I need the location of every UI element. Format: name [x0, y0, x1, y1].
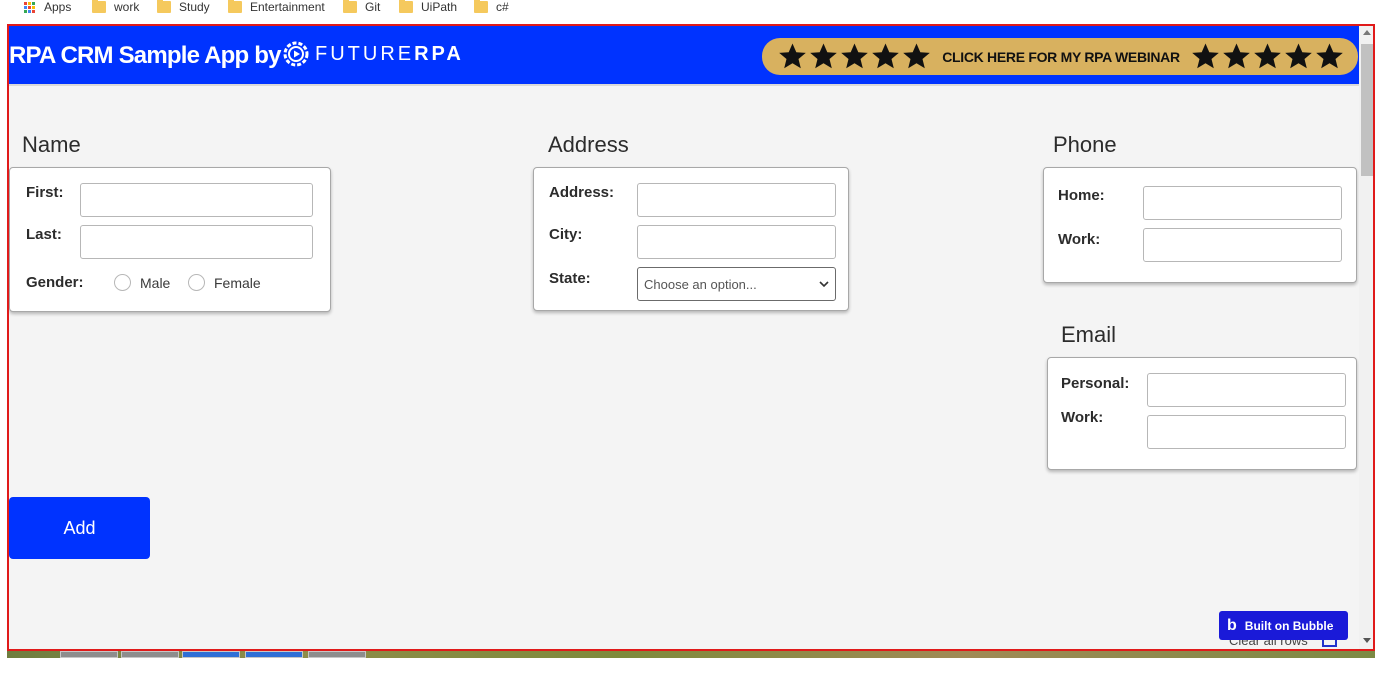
- state-select-value: Choose an option...: [644, 276, 757, 292]
- home-phone-label: Home:: [1058, 187, 1105, 204]
- play-gear-icon: [283, 41, 309, 67]
- stars-right: [1191, 42, 1344, 71]
- star-icon: [810, 43, 837, 69]
- star-icon: [1285, 43, 1312, 69]
- bookmarks-bar: Apps work Study Entertainment Git UiPath…: [0, 0, 1382, 16]
- bookmark-uipath[interactable]: UiPath: [399, 0, 457, 14]
- stars-left: [778, 42, 931, 71]
- email-card: Personal: Work:: [1047, 357, 1357, 470]
- star-icon: [1316, 43, 1343, 69]
- gender-female-label: Female: [214, 275, 261, 291]
- bookmark-label: Entertainment: [250, 0, 325, 14]
- phone-card: Home: Work:: [1043, 167, 1357, 283]
- address-label: Address:: [549, 184, 615, 201]
- bookmark-label: work: [114, 0, 140, 14]
- app-title: RPA CRM Sample App by: [9, 42, 281, 69]
- folder-icon: [228, 0, 242, 13]
- bookmark-entertainment[interactable]: Entertainment: [228, 0, 325, 14]
- state-label: State:: [549, 270, 591, 287]
- add-button[interactable]: Add: [9, 497, 150, 559]
- star-icon: [1254, 43, 1281, 69]
- city-label: City:: [549, 226, 583, 243]
- work-phone-label: Work:: [1058, 231, 1101, 248]
- bookmark-label: UiPath: [421, 0, 458, 14]
- gender-label: Gender:: [26, 274, 84, 291]
- taskbar-button[interactable]: [308, 651, 366, 658]
- vertical-scrollbar[interactable]: [1359, 26, 1373, 649]
- futurerpa-logo: FUTURERPA: [283, 41, 464, 67]
- last-label: Last:: [26, 226, 62, 243]
- star-icon: [1223, 43, 1250, 69]
- bookmark-work[interactable]: work: [92, 0, 139, 14]
- star-icon: [1192, 43, 1219, 69]
- home-phone-input[interactable]: [1143, 186, 1342, 220]
- folder-icon: [474, 0, 488, 13]
- bubble-badge-label: Built on Bubble: [1244, 618, 1334, 633]
- taskbar-button[interactable]: [182, 651, 240, 658]
- work-phone-input[interactable]: [1143, 228, 1342, 262]
- last-name-input[interactable]: [80, 225, 313, 259]
- star-icon: [903, 43, 930, 69]
- address-card: Address: City: State: Choose an option..…: [533, 167, 849, 311]
- folder-icon: [399, 0, 413, 13]
- gender-male-label: Male: [140, 275, 171, 291]
- taskbar-button[interactable]: [121, 651, 179, 658]
- bubble-logo-icon: b: [1227, 616, 1237, 634]
- folder-icon: [343, 0, 357, 13]
- scroll-down-arrow-icon[interactable]: [1363, 638, 1371, 643]
- phone-heading: Phone: [1053, 132, 1117, 157]
- taskbar-button[interactable]: [60, 651, 118, 658]
- bookmark-label: Apps: [44, 0, 72, 14]
- gender-female-radio[interactable]: [188, 274, 205, 291]
- webinar-label: CLICK HERE FOR MY RPA WEBINAR: [942, 48, 1180, 65]
- address-input[interactable]: [637, 183, 836, 217]
- email-heading: Email: [1061, 322, 1117, 347]
- star-icon: [841, 43, 868, 69]
- folder-icon: [157, 0, 171, 13]
- first-label: First:: [26, 184, 64, 201]
- scrollbar-thumb[interactable]: [1361, 44, 1373, 176]
- folder-icon: [92, 0, 106, 13]
- logo-wordmark: FUTURERPA: [315, 43, 464, 66]
- name-heading: Name: [22, 132, 81, 157]
- bookmark-apps[interactable]: Apps: [24, 0, 71, 14]
- logo-text-bold: RPA: [414, 42, 464, 65]
- app-header: RPA CRM Sample App by FUTURERPA CLICK HE…: [9, 26, 1359, 86]
- gender-male-radio[interactable]: [114, 274, 131, 291]
- personal-email-label: Personal:: [1061, 375, 1130, 392]
- city-input[interactable]: [637, 225, 836, 259]
- name-card: First: Last: Gender: Male Female: [9, 167, 331, 312]
- apps-grid-icon: [24, 1, 36, 13]
- address-heading: Address: [548, 132, 629, 157]
- bookmark-label: Study: [179, 0, 210, 14]
- built-on-bubble-badge[interactable]: b Built on Bubble: [1219, 611, 1348, 640]
- logo-text-light: FUTURE: [315, 42, 415, 65]
- work-email-label: Work:: [1061, 409, 1104, 426]
- scroll-up-arrow-icon[interactable]: [1363, 30, 1371, 35]
- first-name-input[interactable]: [80, 183, 313, 217]
- star-icon: [779, 43, 806, 69]
- bookmark-label: Git: [365, 0, 381, 14]
- webinar-banner-button[interactable]: CLICK HERE FOR MY RPA WEBINAR: [762, 38, 1358, 75]
- personal-email-input[interactable]: [1147, 373, 1346, 407]
- taskbar-button[interactable]: [245, 651, 303, 658]
- bookmark-csharp[interactable]: c#: [474, 0, 509, 14]
- app-frame: RPA CRM Sample App by FUTURERPA CLICK HE…: [7, 24, 1375, 651]
- star-icon: [872, 43, 899, 69]
- bookmark-label: c#: [496, 0, 509, 14]
- bookmark-study[interactable]: Study: [157, 0, 210, 14]
- work-email-input[interactable]: [1147, 415, 1346, 449]
- state-select[interactable]: Choose an option...: [637, 267, 836, 301]
- chevron-down-icon: [819, 281, 829, 288]
- bookmark-git[interactable]: Git: [343, 0, 380, 14]
